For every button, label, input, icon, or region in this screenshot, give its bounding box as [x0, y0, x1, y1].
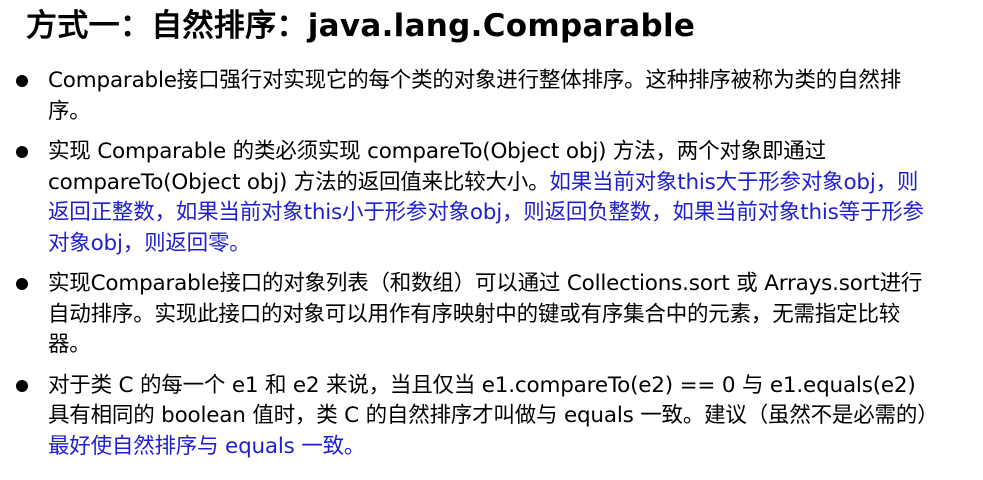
- bullet-list: Comparable接口强行对实现它的每个类的对象进行整体排序。这种排序被称为类…: [0, 66, 983, 462]
- bullet-text: 对于类 C 的每一个 e1 和 e2 来说，当且仅当 e1.compareTo(…: [48, 372, 939, 429]
- bullet-dot-icon: [16, 278, 28, 290]
- bullet-text: 实现Comparable接口的对象列表（和数组）可以通过 Collections…: [48, 271, 923, 357]
- bullet-item-1: Comparable接口强行对实现它的每个类的对象进行整体排序。这种排序被称为类…: [0, 66, 928, 127]
- bullet-highlight-text: 最好使自然排序与 equals 一致。: [48, 433, 366, 459]
- bullet-text: Comparable接口强行对实现它的每个类的对象进行整体排序。这种排序被称为类…: [48, 68, 901, 124]
- bullet-item-3: 实现Comparable接口的对象列表（和数组）可以通过 Collections…: [0, 269, 928, 361]
- slide-title: 方式一：自然排序：java.lang.Comparable: [26, 8, 696, 44]
- bullet-dot-icon: [16, 146, 28, 158]
- bullet-dot-icon: [16, 379, 28, 392]
- bullet-item-2: 实现 Comparable 的类必须实现 compareTo(Object ob…: [0, 137, 928, 259]
- bullet-item-4: 对于类 C 的每一个 e1 和 e2 来说，当且仅当 e1.compareTo(…: [0, 371, 939, 463]
- bullet-dot-icon: [16, 75, 28, 87]
